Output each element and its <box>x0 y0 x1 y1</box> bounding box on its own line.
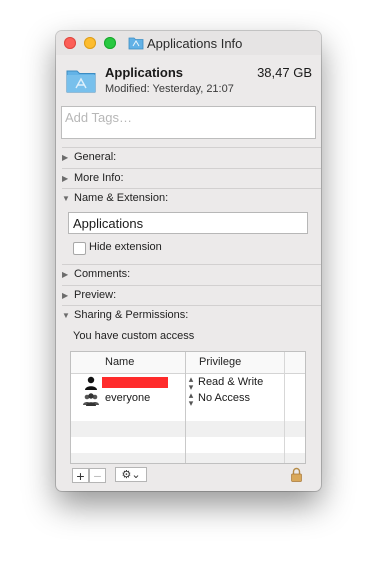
minimize-button[interactable] <box>84 37 96 49</box>
section-name-extension-label: Name & Extension: <box>74 192 169 204</box>
table-header: Name Privilege <box>71 352 305 374</box>
disclosure-right-icon: ▶ <box>62 173 69 183</box>
disclosure-down-icon: ▼ <box>62 310 70 320</box>
section-general[interactable]: ▶ General: <box>62 148 116 166</box>
modified-label: Modified: <box>105 83 150 95</box>
name-field[interactable]: Applications <box>68 212 308 234</box>
lock-icon[interactable] <box>291 467 302 482</box>
item-size: 38,47 GB <box>257 65 312 80</box>
column-header-name[interactable]: Name <box>105 356 134 368</box>
zoom-button[interactable] <box>104 37 116 49</box>
section-comments[interactable]: ▶ Comments: <box>62 265 130 283</box>
section-sharing[interactable]: ▼ Sharing & Permissions: <box>62 306 188 324</box>
close-button[interactable] <box>64 37 76 49</box>
info-window: Applications Info Applications 38,47 GB … <box>56 31 321 491</box>
action-menu-button[interactable]: ⚙︎⌄ <box>115 467 147 482</box>
row-privilege[interactable]: No Access <box>198 392 250 404</box>
user-icon <box>85 376 97 390</box>
applications-folder-icon <box>66 70 96 93</box>
privilege-stepper-icon[interactable]: ▴ ▾ <box>186 391 196 408</box>
column-divider <box>284 352 285 463</box>
disclosure-down-icon: ▼ <box>62 193 70 203</box>
modified-line: Modified: Yesterday, 21:07 <box>105 83 234 95</box>
column-divider <box>185 352 186 463</box>
privilege-stepper-icon[interactable]: ▴ ▾ <box>186 375 196 392</box>
row-privilege[interactable]: Read & Write <box>198 376 263 388</box>
redaction-mark <box>102 377 168 388</box>
table-row[interactable]: everyone ▴ ▾ No Access <box>71 391 305 408</box>
row-name: everyone <box>105 392 151 404</box>
add-user-button[interactable]: + <box>72 468 89 484</box>
table-stripe <box>71 453 305 463</box>
tags-field[interactable]: Add Tags… <box>61 106 316 139</box>
remove-user-button[interactable]: − <box>89 468 106 484</box>
permissions-table: Name Privilege ▴ ▾ Read & Write everyone… <box>70 351 306 464</box>
title-bar: Applications Info <box>56 31 321 55</box>
table-stripe <box>71 405 305 421</box>
section-general-label: General: <box>74 151 117 163</box>
disclosure-right-icon: ▶ <box>62 269 69 279</box>
folder-icon <box>128 37 144 50</box>
column-header-privilege[interactable]: Privilege <box>199 356 241 368</box>
hide-extension-checkbox[interactable] <box>73 242 86 255</box>
table-stripe <box>71 421 305 437</box>
access-text: You have custom access <box>73 330 195 342</box>
disclosure-right-icon: ▶ <box>62 152 69 162</box>
window-title: Applications Info <box>147 36 243 51</box>
section-sharing-label: Sharing & Permissions: <box>74 309 189 321</box>
modified-value: Yesterday, 21:07 <box>152 83 234 95</box>
group-icon <box>83 393 99 406</box>
tags-placeholder: Add Tags… <box>65 110 132 125</box>
section-more-info-label: More Info: <box>74 172 124 184</box>
section-comments-label: Comments: <box>74 268 131 280</box>
section-more-info[interactable]: ▶ More Info: <box>62 169 124 187</box>
table-row[interactable]: ▴ ▾ Read & Write <box>71 375 305 392</box>
table-stripe <box>71 437 305 453</box>
hide-extension-label: Hide extension <box>89 241 162 253</box>
section-preview[interactable]: ▶ Preview: <box>62 286 116 304</box>
disclosure-right-icon: ▶ <box>62 290 69 300</box>
section-name-extension[interactable]: ▼ Name & Extension: <box>62 189 168 207</box>
item-name: Applications <box>105 65 184 80</box>
section-preview-label: Preview: <box>74 289 117 301</box>
